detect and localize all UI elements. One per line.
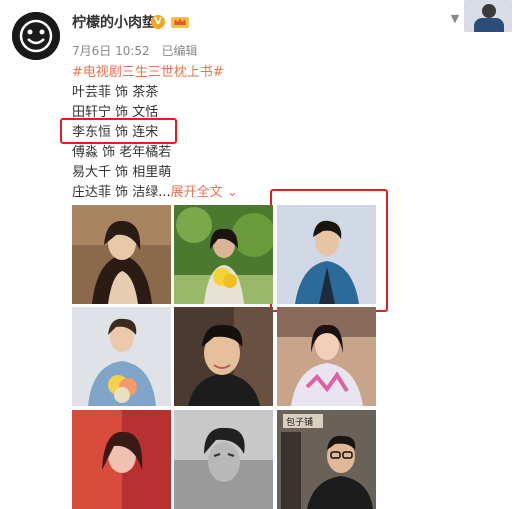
chevron-down-icon: ⌄ xyxy=(226,185,238,200)
cast-line: 叶芸菲 饰 茶茶 xyxy=(72,85,159,100)
cast-line: 傅淼 饰 老年橘若 xyxy=(72,145,172,160)
shop-sign-text: 包子铺 xyxy=(286,416,313,428)
photo-2[interactable] xyxy=(174,205,273,304)
author-name[interactable]: 柠檬的小肉垫 xyxy=(72,12,156,32)
photo-9[interactable]: 包子铺 xyxy=(277,410,376,509)
cast-line: 庄达菲 饰 洁绿... xyxy=(72,185,171,200)
hashtag-link[interactable]: #电视剧三生三世枕上书# xyxy=(72,63,224,83)
user-thumbnail[interactable] xyxy=(464,0,512,32)
photo-6[interactable] xyxy=(277,307,376,406)
post-time[interactable]: 7月6日 10:52 xyxy=(72,44,150,58)
photo-5[interactable] xyxy=(174,307,273,406)
photo-4[interactable] xyxy=(72,307,171,406)
cast-line: 易大千 饰 相里萌 xyxy=(72,165,172,180)
cast-line-truncated: 庄达菲 饰 洁绿...展开全文 ⌄ xyxy=(72,183,238,203)
avatar[interactable] xyxy=(12,12,60,60)
member-crown-icon xyxy=(171,17,189,28)
photo-1[interactable] xyxy=(72,205,171,304)
more-options-icon[interactable]: ▼ xyxy=(447,11,463,27)
photo-3[interactable] xyxy=(277,205,376,304)
photo-8[interactable] xyxy=(174,410,273,509)
expand-full-text-link[interactable]: 展开全文 ⌄ xyxy=(171,185,238,200)
verified-badge-icon: V xyxy=(151,15,165,29)
edited-label[interactable]: 已编辑 xyxy=(162,44,198,58)
highlight-box-text xyxy=(60,118,177,144)
photo-7[interactable] xyxy=(72,410,171,509)
post-meta: 7月6日 10:52 已编辑 xyxy=(72,42,198,59)
smiley-logo-icon xyxy=(12,12,60,60)
